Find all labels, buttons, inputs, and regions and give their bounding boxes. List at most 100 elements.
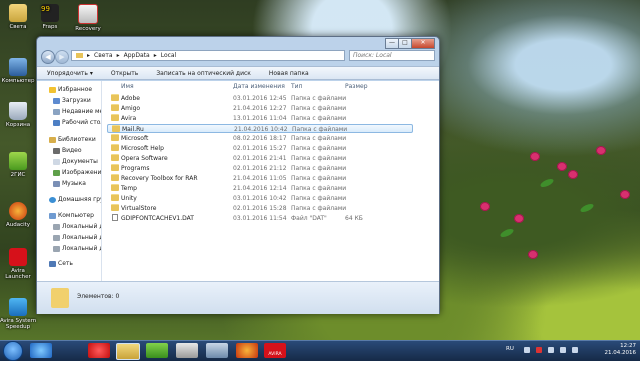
minimize-button[interactable]: — (385, 38, 399, 49)
nav-downloads[interactable]: Загрузки (53, 96, 91, 105)
start-button[interactable] (3, 341, 23, 361)
desktop-icon-recovery[interactable]: Recovery (68, 4, 108, 32)
column-header-type[interactable]: Тип (291, 83, 303, 90)
column-header-date[interactable]: Дата изменения (233, 83, 285, 90)
file-row[interactable]: VirtualStore 02.01.2016 15:28 Папка с файл… (107, 204, 413, 213)
network-tray-icon[interactable] (560, 347, 566, 353)
folder-icon (111, 154, 119, 161)
file-date: 08.02.2016 18:17 (233, 135, 287, 142)
desktop-icon-computer[interactable]: Компьютер (0, 58, 38, 84)
nav-local-disk-1[interactable]: Локальный ди (53, 222, 101, 231)
open-button[interactable]: Открыть (111, 70, 138, 77)
opera-icon[interactable] (88, 343, 110, 358)
file-date: 02.01.2016 21:12 (233, 165, 287, 172)
desktop-icon-fraps[interactable]: 99 Fraps (30, 4, 70, 30)
nav-computer[interactable]: Компьютер (49, 211, 94, 220)
computer-icon (9, 58, 27, 76)
desktop-icon-avira-speedup[interactable]: Avira System Speedup (0, 298, 38, 330)
speedup-icon (9, 298, 27, 316)
flower-decoration (568, 170, 578, 179)
new-folder-button[interactable]: Новая папка (269, 70, 309, 77)
file-type: Папка с файлами (292, 126, 348, 133)
back-button[interactable]: ◀ (41, 50, 55, 64)
column-header-name[interactable]: Имя (121, 83, 134, 90)
nav-local-disk-3[interactable]: Локальный ди (53, 244, 101, 253)
file-name: Temp (121, 185, 137, 192)
downloads-icon (53, 97, 60, 104)
file-row[interactable]: Avira 13.01.2016 11:04 Папка с файлами (107, 114, 413, 123)
nav-recent-places[interactable]: Недавние мес (53, 107, 101, 116)
file-name: Recovery Toolbox for RAR (121, 175, 198, 182)
avira-icon[interactable]: AVIRA (264, 343, 286, 358)
file-type: Папка с файлами (291, 155, 347, 162)
close-button[interactable]: ✕ (411, 38, 435, 49)
action-center-icon[interactable] (548, 347, 554, 353)
search-input[interactable]: Поиск: Local (349, 50, 435, 61)
file-icon (112, 214, 118, 221)
breadcrumb-sveta[interactable]: Света (94, 52, 113, 59)
desktop-icon-recycle-bin[interactable]: Корзина (0, 102, 38, 128)
folder-icon (76, 53, 83, 58)
file-date: 21.04.2016 10:42 (234, 126, 288, 133)
clock[interactable]: 12:27 21.04.2016 (605, 343, 637, 359)
recycle-bin-icon (9, 102, 27, 120)
file-row[interactable]: Temp 21.04.2016 12:14 Папка с файлами (107, 184, 413, 193)
documents-icon (53, 158, 60, 165)
utorrent-icon[interactable] (146, 343, 168, 358)
nav-documents[interactable]: Документы (53, 157, 98, 166)
ie-icon[interactable] (30, 343, 52, 358)
nav-pictures[interactable]: Изображения (53, 168, 101, 177)
breadcrumb-local[interactable]: Local (161, 52, 177, 59)
nav-desktop[interactable]: Рабочий стол (53, 118, 101, 127)
nav-video[interactable]: Видео (53, 146, 82, 155)
file-row[interactable]: Amigo 21.04.2016 12:27 Папка с файлами (107, 104, 413, 113)
folder-icon (111, 94, 119, 101)
nav-libraries[interactable]: Библиотеки (49, 135, 96, 144)
volume-icon[interactable] (572, 347, 578, 353)
nav-network[interactable]: Сеть (49, 259, 73, 268)
desktop-icon-audacity[interactable]: Audacity (0, 202, 38, 228)
file-row[interactable]: GDIPFONTCACHEV1.DAT 03.01.2016 11:54 Файл … (107, 214, 413, 223)
folder-icon (111, 144, 119, 151)
taskbar: AVIRA RU 12:27 21.04.2016 (0, 340, 640, 361)
avira-tray-icon[interactable] (536, 347, 542, 353)
desktop-icon-avira-launcher[interactable]: Avira Launcher (0, 248, 38, 280)
file-name: Opera Software (121, 155, 168, 162)
language-indicator[interactable]: RU (506, 346, 514, 352)
file-row[interactable]: Unity 03.01.2016 10:42 Папка с файлами (107, 194, 413, 203)
file-row[interactable]: Adobe 03.01.2016 12:45 Папка с файлами (107, 94, 413, 103)
recovery-icon[interactable] (176, 343, 198, 358)
nav-music[interactable]: Музыка (53, 179, 86, 188)
tray-arrow-icon[interactable] (524, 347, 530, 353)
file-row[interactable]: Microsoft 08.02.2016 18:17 Папка с файлами (107, 134, 413, 143)
media-icon[interactable] (206, 343, 228, 358)
audacity-icon[interactable] (236, 343, 258, 358)
flower-decoration (480, 202, 490, 211)
leaf-decoration (579, 202, 595, 214)
file-type: Папка с файлами (291, 105, 347, 112)
file-row[interactable]: Microsoft Help 02.01.2016 15:27 Папка с фа… (107, 144, 413, 153)
burn-disc-button[interactable]: Записать на оптический диск (156, 70, 251, 77)
2gis-icon (9, 152, 27, 170)
file-row[interactable]: Recovery Toolbox for RAR 21.04.2016 11:05… (107, 174, 413, 183)
breadcrumb-appdata[interactable]: AppData (124, 52, 150, 59)
file-row[interactable]: Programs 02.01.2016 21:12 Папка с файлами (107, 164, 413, 173)
folder-icon (51, 288, 69, 308)
file-row[interactable]: Mail.Ru 21.04.2016 10:42 Папка с файлами (107, 124, 413, 133)
flower-decoration (528, 250, 538, 259)
nav-local-disk-2[interactable]: Локальный ди (53, 233, 101, 242)
address-bar[interactable]: ▸ Света ▸ AppData ▸ Local (71, 50, 345, 61)
file-row[interactable]: Opera Software 02.01.2016 21:41 Папка с фа… (107, 154, 413, 163)
nav-homegroup[interactable]: Домашняя груп (49, 195, 101, 204)
video-icon (53, 147, 60, 154)
maximize-button[interactable]: □ (398, 38, 412, 49)
forward-button[interactable]: ▶ (55, 50, 69, 64)
column-header-size[interactable]: Размер (345, 83, 368, 90)
organize-button[interactable]: Упорядочить ▾ (47, 70, 93, 77)
explorer-icon[interactable] (116, 343, 140, 360)
nav-favorites[interactable]: Избранное (49, 85, 92, 94)
desktop-icon-2gis[interactable]: 2ГИС (0, 152, 38, 178)
file-type: Файл "DAT" (291, 215, 327, 222)
drive-icon (53, 234, 60, 241)
computer-icon (49, 212, 56, 219)
